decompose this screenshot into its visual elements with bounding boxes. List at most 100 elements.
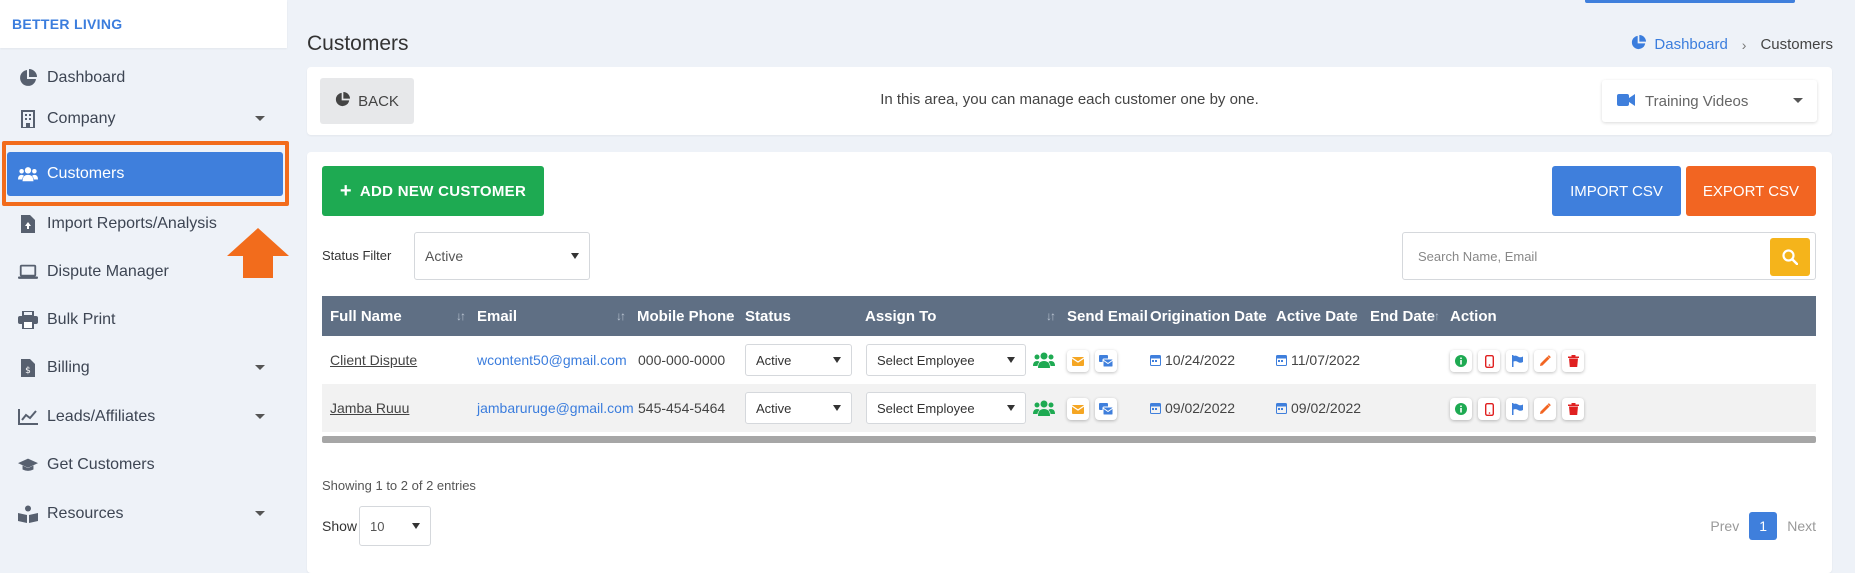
calendar-icon — [1276, 403, 1287, 414]
sidebar-item-bulk-print[interactable]: Bulk Print — [0, 298, 287, 342]
sidebar-item-label: Company — [47, 110, 116, 127]
page-size-select[interactable]: 10 — [359, 506, 431, 546]
customer-name-link[interactable]: Jamba Ruuu — [330, 384, 409, 432]
origination-date-value: 10/24/2022 — [1165, 352, 1236, 368]
column-header-full-name[interactable]: Full Name — [330, 296, 402, 336]
info-button[interactable] — [1450, 350, 1472, 372]
breadcrumb-dashboard-link[interactable]: Dashboard — [1654, 36, 1727, 53]
sidebar-item-get-customers[interactable]: Get Customers — [0, 443, 287, 487]
row-status-select[interactable]: Active — [745, 392, 852, 424]
delete-button[interactable] — [1562, 350, 1584, 372]
video-camera-icon — [1617, 93, 1635, 110]
status-filter-select[interactable]: Active — [414, 232, 590, 280]
edit-button[interactable] — [1534, 350, 1556, 372]
column-header-mobile-phone[interactable]: Mobile Phone — [637, 296, 735, 336]
page-button-current[interactable]: 1 — [1749, 512, 1778, 540]
search-input[interactable] — [1403, 233, 1771, 279]
sidebar-item-billing[interactable]: $ Billing — [0, 346, 287, 390]
pie-chart-icon — [18, 68, 38, 88]
customer-phone: 545-454-5464 — [638, 400, 726, 416]
calendar-icon — [1150, 403, 1161, 414]
row-status-value: Active — [756, 400, 792, 416]
origination-date-value: 09/02/2022 — [1165, 400, 1236, 416]
add-new-customer-button[interactable]: + ADD NEW CUSTOMER — [322, 166, 544, 216]
assign-employee-value: Select Employee — [877, 352, 975, 368]
users-icon[interactable] — [1033, 400, 1055, 421]
chevron-down-icon — [255, 365, 265, 370]
users-icon[interactable] — [1033, 352, 1055, 373]
send-email-button[interactable] — [1067, 398, 1089, 420]
column-header-action: Action — [1450, 307, 1497, 325]
edit-button[interactable] — [1534, 398, 1556, 420]
send-email-button[interactable] — [1067, 350, 1089, 372]
search-button[interactable] — [1770, 238, 1810, 276]
column-header-origination-date[interactable]: Origination Date — [1150, 296, 1267, 336]
sort-icon[interactable]: ↓↑ — [724, 309, 734, 323]
customers-card: + ADD NEW CUSTOMER IMPORT CSV EXPORT CSV… — [307, 152, 1832, 573]
mobile-button[interactable] — [1478, 398, 1500, 420]
envelope-icon — [1072, 404, 1084, 414]
prev-page-button[interactable]: Prev — [1710, 518, 1739, 534]
info-icon — [1455, 403, 1467, 415]
mail-bulk-icon — [1099, 403, 1113, 415]
training-videos-label: Training Videos — [1645, 92, 1749, 110]
caret-down-icon — [1007, 357, 1015, 363]
sort-icon[interactable]: ↓↑ — [1349, 309, 1359, 323]
info-icon — [1455, 355, 1467, 367]
sidebar-item-dashboard[interactable]: Dashboard — [0, 56, 287, 100]
next-page-button[interactable]: Next — [1787, 518, 1816, 534]
brand-logo[interactable]: BETTER LIVING — [0, 0, 287, 48]
sort-icon[interactable]: ↓↑ — [1046, 309, 1056, 323]
customer-phone: 000-000-0000 — [638, 352, 726, 368]
sidebar: BETTER LIVING Dashboard Company Customer… — [0, 0, 289, 573]
delete-button[interactable] — [1562, 398, 1584, 420]
table-row: Jamba Ruuu jambaruruge@gmail.com 545-454… — [322, 384, 1816, 432]
assign-employee-select[interactable]: Select Employee — [866, 344, 1026, 376]
flag-button[interactable] — [1506, 398, 1528, 420]
calendar-icon — [1276, 355, 1287, 366]
active-date: 09/02/2022 — [1276, 384, 1361, 432]
info-card: BACK In this area, you can manage each c… — [307, 67, 1832, 135]
sidebar-item-company[interactable]: Company — [0, 97, 287, 141]
training-videos-dropdown[interactable]: Training Videos — [1602, 80, 1817, 122]
active-date-value: 09/02/2022 — [1291, 400, 1362, 416]
column-header-email[interactable]: Email — [477, 296, 517, 336]
customer-email[interactable]: wcontent50@gmail.com — [477, 336, 627, 384]
showing-entries-text: Showing 1 to 2 of 2 entries — [322, 478, 476, 493]
column-header-active-date[interactable]: Active Date — [1276, 296, 1358, 336]
export-csv-button[interactable]: EXPORT CSV — [1686, 166, 1816, 216]
table-header: Full Name ↓↑ Email ↓↑ Mobile Phone ↓↑ St… — [322, 296, 1816, 336]
column-header-send-email: Send Email — [1067, 307, 1148, 325]
caret-down-icon — [833, 405, 841, 411]
customer-email[interactable]: jambaruruge@gmail.com — [477, 384, 634, 432]
sort-icon[interactable]: ↓↑ — [1430, 309, 1440, 323]
sidebar-item-resources[interactable]: Resources — [0, 492, 287, 536]
send-bulk-email-button[interactable] — [1095, 350, 1117, 372]
origination-date: 10/24/2022 — [1150, 336, 1235, 384]
sidebar-item-leads-affiliates[interactable]: Leads/Affiliates — [0, 395, 287, 439]
sort-icon[interactable]: ↓↑ — [456, 309, 466, 323]
row-status-select[interactable]: Active — [745, 344, 852, 376]
chevron-down-icon — [255, 116, 265, 121]
flag-button[interactable] — [1506, 350, 1528, 372]
mobile-phone-icon — [1484, 354, 1494, 368]
active-date: 11/07/2022 — [1276, 336, 1360, 384]
send-bulk-email-button[interactable] — [1095, 398, 1117, 420]
customer-name-link[interactable]: Client Dispute — [330, 336, 417, 384]
page-title: Customers — [307, 32, 409, 55]
column-header-end-date[interactable]: End Date — [1370, 296, 1435, 336]
sidebar-item-label: Leads/Affiliates — [47, 408, 156, 425]
graduation-cap-icon — [18, 455, 38, 475]
sidebar-item-label: Dispute Manager — [47, 263, 169, 280]
horizontal-scrollbar[interactable] — [322, 436, 1816, 443]
sort-icon[interactable]: ↓↑ — [616, 309, 626, 323]
invoice-icon: $ — [18, 358, 38, 378]
mobile-button[interactable] — [1478, 350, 1500, 372]
sidebar-item-label: Bulk Print — [47, 311, 116, 328]
import-csv-button[interactable]: IMPORT CSV — [1552, 166, 1681, 216]
mail-bulk-icon — [1099, 355, 1113, 367]
info-button[interactable] — [1450, 398, 1472, 420]
sort-icon[interactable]: ↓↑ — [1255, 309, 1265, 323]
status-filter-value: Active — [425, 248, 464, 264]
assign-employee-select[interactable]: Select Employee — [866, 392, 1026, 424]
